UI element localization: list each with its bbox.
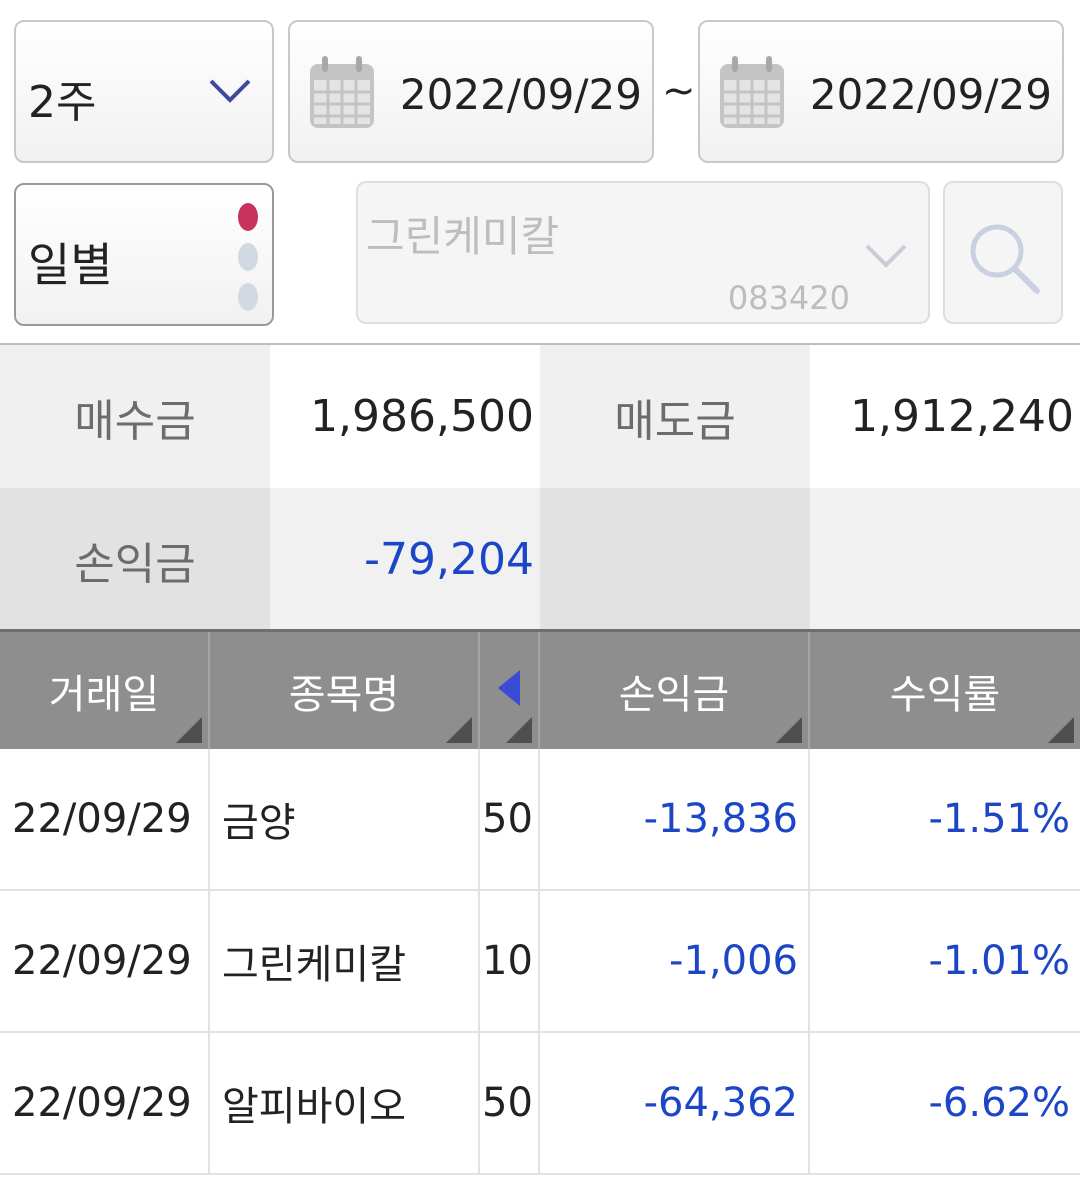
search-icon (970, 224, 1040, 294)
end-date-value: 2022/09/29 (809, 70, 1052, 119)
pnl-value: -79,204 (270, 488, 540, 631)
start-date-picker[interactable]: 2022/09/29 (288, 20, 654, 163)
row-stock-name: 그린케미칼 (210, 891, 480, 1031)
mode-indicator-dot-active (238, 203, 258, 231)
row-pnl: -64,362 (540, 1033, 810, 1173)
period-selector[interactable]: 2주 (14, 20, 274, 163)
row-stock-name: 알피바이오 (210, 1033, 480, 1173)
header-return-rate[interactable]: 수익률 (810, 632, 1080, 749)
date-range-separator: ~ (662, 68, 696, 114)
table-header: 거래일 종목명 손익금 수익률 (0, 629, 1080, 749)
header-stock-name[interactable]: 종목명 (210, 632, 480, 749)
summary-empty-cell (540, 488, 810, 631)
sell-amount-label: 매도금 (540, 345, 810, 488)
stock-name: 그린케미칼 (366, 212, 560, 261)
start-date-value: 2022/09/29 (399, 70, 642, 119)
row-quantity: 10 (480, 891, 540, 1031)
view-mode-label: 일별 (28, 238, 113, 292)
sort-corner-icon (176, 717, 202, 743)
row-stock-name: 금양 (210, 749, 480, 889)
search-button[interactable] (943, 181, 1063, 324)
row-date: 22/09/29 (0, 891, 210, 1031)
sort-corner-icon (1048, 717, 1074, 743)
row-date: 22/09/29 (0, 1033, 210, 1173)
table-row[interactable]: 22/09/29 금양 50 -13,836 -1.51% (0, 749, 1080, 891)
header-pnl[interactable]: 손익금 (540, 632, 810, 749)
table-row[interactable]: 22/09/29 알피바이오 50 -64,362 -6.62% (0, 1033, 1080, 1175)
row-return-rate: -1.01% (928, 938, 1070, 984)
row-quantity: 50 (480, 1033, 540, 1173)
end-date-picker[interactable]: 2022/09/29 (698, 20, 1064, 163)
sell-amount-value: 1,912,240 (810, 345, 1080, 488)
row-date: 22/09/29 (0, 749, 210, 889)
row-quantity: 50 (480, 749, 540, 889)
table-row[interactable]: 22/09/29 그린케미칼 10 -1,006 -1.01% (0, 891, 1080, 1033)
row-return-rate: -6.62% (928, 1080, 1070, 1126)
sort-corner-icon (446, 717, 472, 743)
pnl-label: 손익금 (0, 488, 270, 631)
sort-corner-icon (776, 717, 802, 743)
header-trade-date[interactable]: 거래일 (0, 632, 210, 749)
summary-panel: 매수금 1,986,500 매도금 1,912,240 손익금 -79,204 (0, 343, 1080, 631)
caret-left-icon (498, 669, 520, 706)
row-pnl: -1,006 (540, 891, 810, 1031)
row-pnl: -13,836 (540, 749, 810, 889)
calendar-icon (308, 54, 376, 134)
mode-indicator-dot (238, 243, 258, 271)
buy-amount-label: 매수금 (0, 345, 270, 488)
chevron-down-icon (208, 78, 252, 108)
period-label: 2주 (28, 77, 97, 128)
view-mode-toggle[interactable]: 일별 (14, 183, 274, 326)
stock-code: 083420 (727, 279, 850, 317)
header-scroll-left[interactable] (480, 632, 540, 749)
summary-empty-cell (810, 488, 1080, 631)
row-return-rate: -1.51% (928, 796, 1070, 842)
chevron-down-icon (864, 243, 908, 273)
calendar-icon (718, 54, 786, 134)
stock-selector[interactable]: 그린케미칼 083420 (356, 181, 930, 324)
mode-indicator-dot (238, 283, 258, 311)
sort-corner-icon (506, 717, 532, 743)
buy-amount-value: 1,986,500 (270, 345, 540, 488)
